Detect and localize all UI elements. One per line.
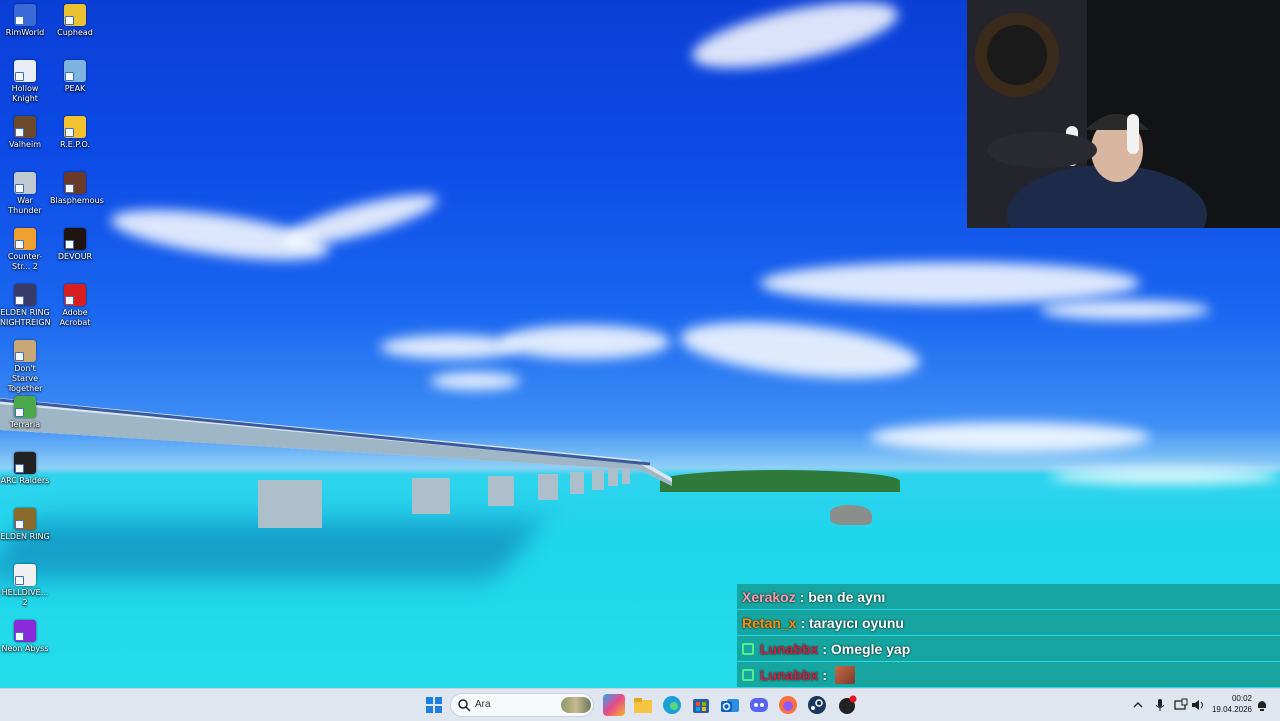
desktop-icon-label: War Thunder bbox=[8, 196, 42, 215]
devour-icon bbox=[64, 228, 86, 250]
elden-ring-nightreign-icon bbox=[14, 284, 36, 306]
webcam-feed bbox=[967, 0, 1280, 228]
clock[interactable]: 00:02 19.04.2026 bbox=[1212, 693, 1252, 715]
chat-text: : Omegle yap bbox=[822, 640, 911, 657]
clock-time: 00:02 bbox=[1231, 694, 1252, 703]
desktop-icon-counter-str-2[interactable]: Counter-Str... 2 bbox=[0, 224, 50, 272]
stream-chat-overlay: Xerakoz: ben de aynı Retan_x: tarayıcı oy… bbox=[737, 584, 1280, 688]
desktop-icon-arc-raiders[interactable]: ARC Raiders bbox=[0, 448, 50, 486]
taskbar-search-box[interactable]: Ara bbox=[450, 693, 594, 717]
chat-text: : bbox=[822, 666, 828, 683]
chat-username: Retan_x bbox=[742, 614, 797, 631]
desktop-icon-blasphemous[interactable]: Blasphemous bbox=[50, 168, 104, 206]
chat-message: Lunabbx: Omegle yap bbox=[737, 636, 1280, 661]
file-explorer-icon[interactable] bbox=[632, 694, 654, 716]
desktop-icon-label: HELLDIVE... 2 bbox=[1, 588, 49, 607]
desktop-icon-label: DEVOUR bbox=[57, 252, 93, 261]
rock bbox=[830, 505, 872, 525]
arc-raiders-icon bbox=[14, 452, 36, 474]
don-t-starve-together-icon bbox=[14, 340, 36, 362]
helldive-2-icon bbox=[14, 564, 36, 586]
clock-date: 19.04.2026 bbox=[1211, 705, 1252, 714]
widgets-icon[interactable] bbox=[603, 694, 625, 716]
chat-message: Xerakoz: ben de aynı bbox=[737, 584, 1280, 609]
adobe-acrobat-icon bbox=[64, 284, 86, 306]
desktop-icon-label: Neon Abyss bbox=[1, 644, 49, 653]
taskbar: Ara 00:02 19.04.2026 bbox=[0, 688, 1280, 721]
cuphead-icon bbox=[64, 4, 86, 26]
desktop-icon-don-t-starve-together[interactable]: Don't Starve Together bbox=[0, 336, 50, 394]
desktop-icon-neon-abyss[interactable]: Neon Abyss bbox=[0, 616, 50, 654]
microphone-icon[interactable] bbox=[1154, 698, 1166, 712]
desktop-icon-adobe-acrobat[interactable]: Adobe Acrobat bbox=[50, 280, 100, 328]
chat-text: : ben de aynı bbox=[799, 588, 886, 605]
desktop-icon-label: Blasphemous bbox=[50, 196, 104, 205]
desktop-icon-label: Valheim bbox=[9, 140, 41, 149]
r-e-p-o-icon bbox=[64, 116, 86, 138]
desktop-icon-label: RimWorld bbox=[5, 28, 45, 37]
desktop-icon-label: Don't Starve Together bbox=[7, 364, 43, 393]
chat-username: Lunabbx bbox=[760, 666, 819, 683]
terraria-icon bbox=[14, 396, 36, 418]
desktop-icon-label: Adobe Acrobat bbox=[59, 308, 91, 327]
desktop-icon-helldive-2[interactable]: HELLDIVE... 2 bbox=[0, 560, 50, 608]
desktop-icon-label: R.E.P.O. bbox=[59, 140, 91, 149]
hollow-knight-icon bbox=[14, 60, 36, 82]
desktop-icon-label: ELDEN RING bbox=[0, 532, 50, 541]
chat-message: Retan_x: tarayıcı oyunu bbox=[737, 610, 1280, 635]
chat-message: Lunabbx: bbox=[737, 662, 1280, 687]
chat-badge-icon bbox=[742, 642, 754, 655]
counter-str-2-icon bbox=[14, 228, 36, 250]
app-notification-icon[interactable] bbox=[836, 694, 858, 716]
desktop-icon-label: ELDEN RING NIGHTREIGN bbox=[0, 308, 51, 327]
desktop-icon-label: Hollow Knight bbox=[11, 84, 39, 103]
desktop-icon-hollow-knight[interactable]: Hollow Knight bbox=[0, 56, 50, 104]
desktop-icon-terraria[interactable]: Terraria bbox=[0, 392, 50, 430]
chat-badge-icon bbox=[742, 668, 754, 681]
desktop-icon-label: PEAK bbox=[64, 84, 86, 93]
outlook-icon[interactable] bbox=[719, 694, 741, 716]
desktop-icon-label: Cuphead bbox=[57, 28, 93, 37]
notification-bell-icon[interactable] bbox=[1256, 698, 1268, 712]
valheim-icon bbox=[14, 116, 36, 138]
desktop-icon-label: Terraria bbox=[9, 420, 41, 429]
desktop-icon-rimworld[interactable]: RimWorld bbox=[0, 0, 50, 38]
desktop-icon-elden-ring-nightreign[interactable]: ELDEN RING NIGHTREIGN bbox=[0, 280, 51, 328]
edge-icon[interactable] bbox=[661, 694, 683, 716]
desktop-icon-elden-ring[interactable]: ELDEN RING bbox=[0, 504, 50, 542]
discord-icon[interactable] bbox=[748, 694, 770, 716]
chevron-up-icon[interactable] bbox=[1133, 700, 1143, 710]
chat-text: : tarayıcı oyunu bbox=[800, 614, 904, 631]
peak-icon bbox=[64, 60, 86, 82]
island bbox=[660, 470, 900, 492]
search-highlight-image bbox=[561, 697, 591, 713]
desktop-icon-r-e-p-o[interactable]: R.E.P.O. bbox=[50, 112, 100, 150]
webcam-overlay bbox=[967, 0, 1280, 228]
search-icon bbox=[458, 699, 471, 712]
war-thunder-icon bbox=[14, 172, 36, 194]
steam-icon[interactable] bbox=[806, 694, 828, 716]
firefox-icon[interactable] bbox=[777, 694, 799, 716]
desktop-icon-valheim[interactable]: Valheim bbox=[0, 112, 50, 150]
desktop-icon-devour[interactable]: DEVOUR bbox=[50, 224, 100, 262]
volume-icon[interactable] bbox=[1191, 698, 1205, 712]
rimworld-icon bbox=[14, 4, 36, 26]
elden-ring-icon bbox=[14, 508, 36, 530]
desktop-icon-cuphead[interactable]: Cuphead bbox=[50, 0, 100, 38]
chat-emote-icon bbox=[835, 665, 856, 684]
chat-username: Xerakoz bbox=[742, 588, 796, 605]
network-icon[interactable] bbox=[1174, 698, 1188, 712]
bridge bbox=[0, 398, 672, 528]
blasphemous-icon bbox=[64, 172, 86, 194]
desktop-icon-war-thunder[interactable]: War Thunder bbox=[0, 168, 50, 216]
search-placeholder: Ara bbox=[475, 699, 491, 710]
windows-logo-icon bbox=[426, 697, 442, 713]
desktop-icon-label: ARC Raiders bbox=[0, 476, 50, 485]
windows-start-button[interactable] bbox=[423, 694, 445, 716]
desktop-icon-label: Counter-Str... 2 bbox=[7, 252, 43, 271]
neon-abyss-icon bbox=[14, 620, 36, 642]
desktop-icon-peak[interactable]: PEAK bbox=[50, 56, 100, 94]
chat-username: Lunabbx bbox=[760, 640, 819, 657]
microsoft-store-icon[interactable] bbox=[690, 694, 712, 716]
